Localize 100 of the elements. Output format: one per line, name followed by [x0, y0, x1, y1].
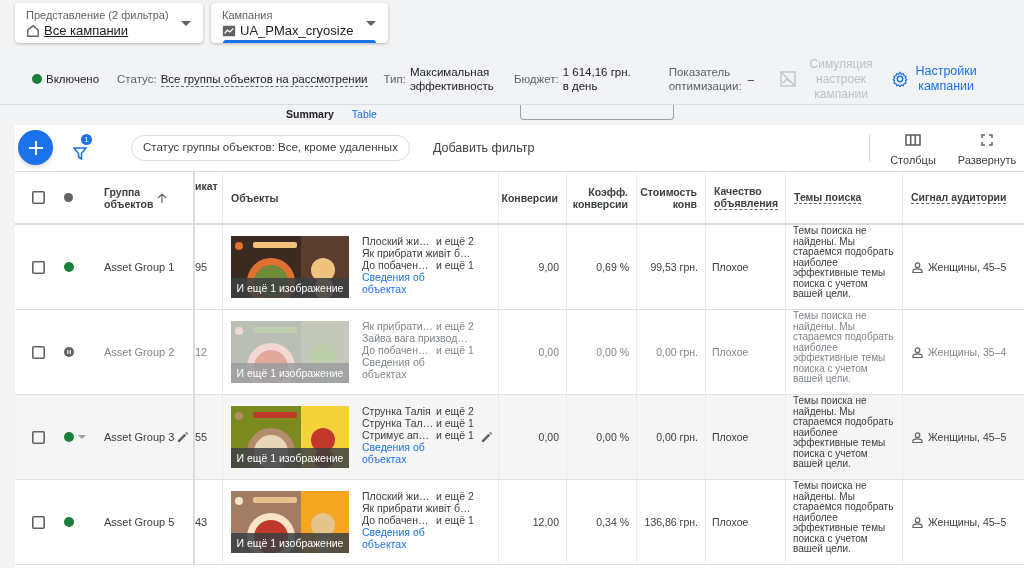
- column-header[interactable]: Сигнал аудитории: [911, 191, 1007, 204]
- status-dot-icon: [64, 193, 73, 202]
- table-cell: Женщины, 45–5: [928, 516, 1007, 528]
- more-count: и ещё 1: [436, 429, 474, 441]
- table-cell: 99,53 грн.: [650, 261, 698, 273]
- table-cell: 0,00 грн.: [656, 431, 698, 443]
- person-icon: [912, 261, 923, 273]
- more-count: и ещё 1: [436, 514, 474, 526]
- filter-icon: [73, 146, 87, 160]
- settings-button[interactable]: Настройки кампании: [892, 64, 979, 94]
- table-cell: 55: [195, 431, 208, 443]
- field-value: 1 614,16 грн. в день: [562, 65, 632, 93]
- table-row[interactable]: [15, 395, 1024, 480]
- headline-text: До побачен…: [362, 259, 430, 271]
- image-count-label: И ещё 1 изображение: [231, 533, 349, 553]
- checkbox[interactable]: [32, 260, 45, 274]
- dropdown-label: Представление (2 фильтра): [26, 8, 170, 22]
- table-row[interactable]: [15, 225, 1024, 310]
- column-header[interactable]: Темы поиска: [794, 191, 862, 204]
- headline-text: Струнка Талія: [362, 405, 432, 417]
- table-cell: Женщины, 45–5: [928, 431, 1007, 443]
- filter-button[interactable]: 1: [73, 136, 93, 160]
- home-icon: [26, 24, 40, 38]
- field-value: Максимальная эффективность: [409, 65, 495, 93]
- expand-button[interactable]: Развернуть: [952, 127, 1022, 169]
- dropdown-field[interactable]: Кампания UA_PMax_cryosize: [211, 3, 388, 43]
- columns-button[interactable]: Столбцы: [884, 127, 942, 169]
- table-cell: 136,86 грн.: [644, 516, 698, 528]
- headline-text: Струнка Тал…: [362, 417, 435, 429]
- table-cell-text: Темы поиска не найдены. Мы стараемся подобрать наиболее эффективные темы поиска с учетом вашей цели.: [793, 481, 895, 555]
- caret-icon: [366, 21, 376, 26]
- asset-group-name[interactable]: Asset Group 3: [104, 431, 175, 443]
- table-cell: 0,69 %: [596, 261, 629, 273]
- image-count-label: И ещё 1 изображение: [231, 363, 349, 383]
- table-cell: 0,00 %: [596, 431, 629, 443]
- asset-group-name[interactable]: Asset Group 5: [104, 516, 175, 528]
- more-count: и ещё 2: [436, 405, 474, 417]
- column-header[interactable]: Стоимость конв: [640, 185, 697, 210]
- headline-text: До побачен…: [362, 514, 430, 526]
- table-cell: Плохое: [712, 261, 749, 273]
- field-label: Статус:: [117, 72, 157, 86]
- sort-arrow-icon[interactable]: [157, 192, 167, 203]
- details-link[interactable]: Сведения об объектах: [362, 526, 432, 550]
- table-row[interactable]: [15, 480, 1024, 565]
- table-cell: 12,00: [532, 516, 559, 528]
- column-header[interactable]: икат: [195, 180, 218, 192]
- column-header[interactable]: Группа объектов: [104, 185, 152, 210]
- table-cell: 0,00 грн.: [656, 346, 698, 358]
- column-header[interactable]: Коэфф. конверсии: [572, 185, 628, 210]
- checkbox[interactable]: [32, 191, 45, 204]
- view-tab[interactable]: Table: [351, 108, 377, 120]
- view-tab[interactable]: Summary: [286, 108, 334, 120]
- add-button[interactable]: [18, 130, 53, 165]
- table-cell: 9,00: [538, 261, 559, 273]
- filter-count-badge: 1: [81, 134, 92, 145]
- table-cell: 0,00: [538, 346, 559, 358]
- asset-group-name[interactable]: Asset Group 2: [104, 346, 175, 358]
- table-cell: Женщины, 45–5: [928, 261, 1007, 273]
- field-value: Все группы объектов на рассмотрении: [160, 71, 368, 87]
- details-link[interactable]: Сведения об объектах: [362, 356, 432, 380]
- checkbox[interactable]: [32, 515, 45, 529]
- dropdown-field[interactable]: Представление (2 фильтра) Все кампании: [15, 3, 203, 43]
- table-cell: Плохое: [712, 516, 749, 528]
- headline-text: Стримує ап…: [362, 429, 430, 441]
- asset-group-name[interactable]: Asset Group 1: [104, 261, 175, 273]
- headline-text: Як прибрати живіт б…: [362, 247, 471, 259]
- headline-text: Зайва вага призвод…: [362, 332, 468, 344]
- column-header[interactable]: Объекты: [231, 191, 279, 204]
- details-link[interactable]: Сведения об объектах: [362, 271, 432, 295]
- caret-icon: [181, 21, 191, 26]
- field-label: Показатель оптимизации:: [668, 65, 743, 93]
- table-cell: 0,00 %: [596, 346, 629, 358]
- table-cell: 0,00: [538, 431, 559, 443]
- plus-icon: [28, 140, 43, 155]
- table-cell: 12: [195, 346, 208, 358]
- table-cell: Плохое: [712, 431, 749, 443]
- table-cell: Плохое: [712, 346, 749, 358]
- image-count-label: И ещё 1 изображение: [231, 448, 349, 468]
- more-count: и ещё 1: [436, 259, 474, 271]
- field-value: –: [747, 72, 755, 86]
- headline-text: Як прибрати…: [362, 320, 435, 332]
- status-text: Включено: [46, 72, 100, 86]
- crossed-image-icon: [780, 71, 797, 87]
- add-filter-button[interactable]: Добавить фильтр: [432, 138, 535, 158]
- field-label: Тип:: [383, 72, 406, 86]
- input-field[interactable]: [519, 105, 674, 120]
- person-icon: [912, 431, 923, 443]
- more-count: и ещё 1: [436, 344, 474, 356]
- pencil-icon[interactable]: [481, 431, 493, 443]
- column-header[interactable]: Конверсии: [501, 191, 558, 204]
- column-header[interactable]: Качество объявления: [714, 185, 779, 210]
- more-count: и ещё 2: [436, 320, 474, 332]
- dropdown-value: UA_PMax_cryosize: [240, 22, 354, 40]
- checkbox[interactable]: [32, 345, 45, 359]
- dropdown-value: Все кампании: [44, 22, 129, 40]
- headline-text: Плоский жи…: [362, 235, 431, 247]
- details-link[interactable]: Сведения об объектах: [362, 441, 432, 465]
- pencil-icon[interactable]: [177, 431, 190, 443]
- checkbox[interactable]: [32, 430, 45, 444]
- person-icon: [912, 346, 923, 358]
